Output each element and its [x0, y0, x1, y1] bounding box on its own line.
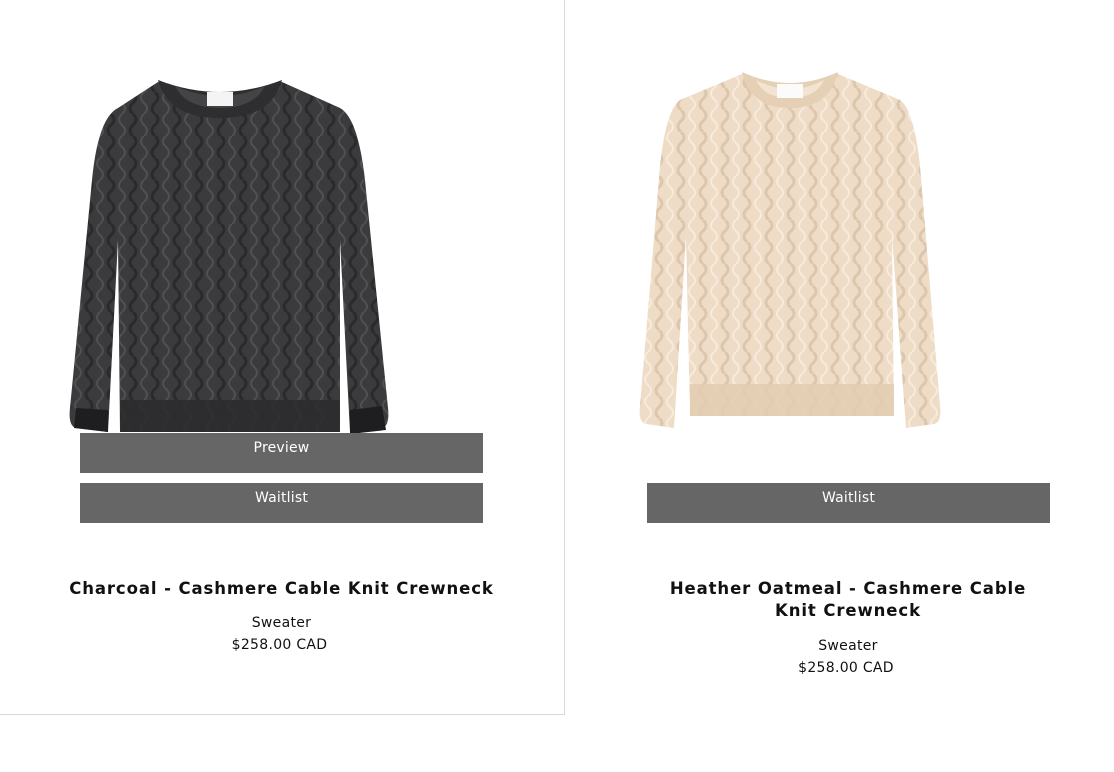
waitlist-button-label: Waitlist: [821, 490, 876, 506]
product-image-charcoal-sweater[interactable]: [40, 70, 410, 470]
product-card-heather-oatmeal[interactable]: Waitlist Heather Oatmeal - Cashmere Cabl…: [566, 0, 1114, 715]
preview-button-label: Preview: [253, 440, 310, 456]
product-subtitle: Sweater: [818, 638, 878, 654]
product-image-oatmeal-sweater[interactable]: [610, 66, 970, 436]
product-subtitle: Sweater: [251, 615, 312, 631]
product-price: $258.00 CAD: [231, 637, 328, 653]
waitlist-button[interactable]: Waitlist: [647, 483, 1050, 523]
preview-button[interactable]: Preview: [80, 433, 483, 473]
product-title[interactable]: Charcoal - Cashmere Cable Knit Crewneck: [30, 578, 533, 600]
waitlist-button-label: Waitlist: [254, 490, 309, 506]
product-price: $258.00 CAD: [798, 660, 894, 676]
waitlist-button[interactable]: Waitlist: [80, 483, 483, 523]
product-card-charcoal[interactable]: Preview Waitlist Charcoal - Cashmere Cab…: [0, 0, 565, 715]
product-title[interactable]: Heather Oatmeal - Cashmere Cable Knit Cr…: [648, 578, 1048, 622]
